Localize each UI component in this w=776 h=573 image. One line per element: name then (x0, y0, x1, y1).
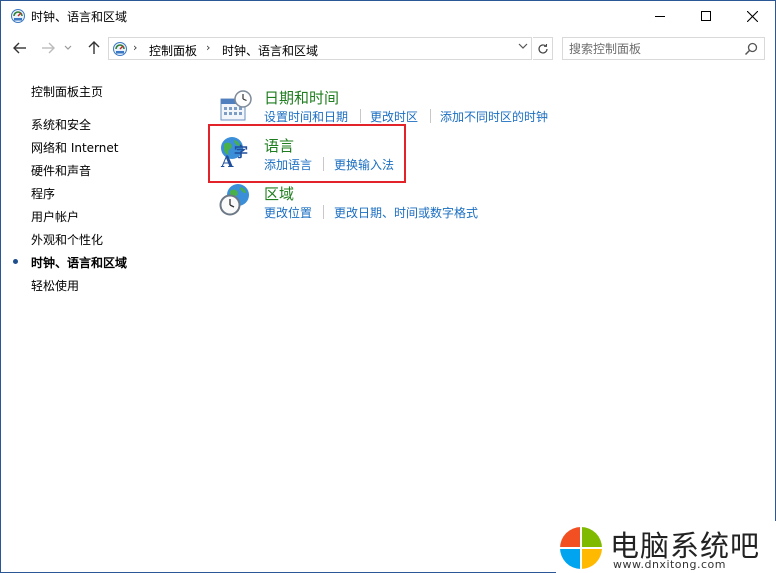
recent-locations-button[interactable] (61, 37, 75, 59)
address-dropdown-icon[interactable] (518, 41, 528, 52)
sidebar-item-network-internet[interactable]: 网络和 Internet (31, 139, 118, 156)
breadcrumb-separator-icon[interactable]: › (133, 41, 137, 54)
sidebar-item-hardware-sound[interactable]: 硬件和声音 (31, 162, 91, 179)
title-bar: 时钟、语言和区域 (1, 1, 775, 31)
search-input[interactable] (569, 40, 739, 57)
highlight-box (208, 124, 406, 183)
arrow-left-icon (13, 42, 26, 54)
search-box[interactable] (562, 37, 765, 60)
window-title: 时钟、语言和区域 (31, 10, 128, 24)
sidebar-item-programs[interactable]: 程序 (31, 185, 55, 202)
breadcrumb-current[interactable]: 时钟、语言和区域 (222, 42, 318, 59)
windows-logo-icon (560, 527, 602, 569)
arrow-up-icon (88, 41, 100, 54)
link-change-timezone[interactable]: 更改时区 (370, 108, 418, 125)
minimize-button[interactable] (637, 1, 683, 31)
breadcrumb-separator-icon[interactable]: › (206, 41, 210, 54)
control-panel-window: 时钟、语言和区域 › 控制面板 › 时钟、语言和区域 搜索控制面板 控制面板主页… (0, 0, 776, 573)
link-separator (360, 109, 361, 123)
chevron-down-icon (518, 43, 528, 49)
sidebar-item-ease-of-access[interactable]: 轻松使用 (31, 277, 79, 294)
link-change-location[interactable]: 更改位置 (264, 204, 312, 221)
sidebar-item-clock-language-region[interactable]: 时钟、语言和区域 (31, 254, 127, 271)
navigation-bar: › 控制面板 › 时钟、语言和区域 (1, 33, 775, 63)
link-separator (323, 205, 324, 219)
calendar-clock-icon[interactable] (219, 89, 253, 123)
refresh-icon (537, 43, 548, 54)
current-item-bullet-icon (13, 259, 18, 264)
back-button[interactable] (9, 37, 31, 59)
link-separator (430, 109, 431, 123)
maximize-icon (701, 11, 711, 21)
link-set-date-time[interactable]: 设置时间和日期 (264, 108, 348, 125)
category-title-date-time[interactable]: 日期和时间 (264, 87, 339, 108)
region-globe-clock-icon[interactable] (219, 183, 253, 217)
up-button[interactable] (83, 37, 105, 59)
chevron-down-icon (64, 45, 72, 50)
sidebar-item-system-security[interactable]: 系统和安全 (31, 116, 91, 133)
search-icon[interactable] (743, 41, 759, 57)
breadcrumb-control-panel[interactable]: 控制面板 (149, 42, 197, 59)
close-icon (746, 10, 758, 22)
control-panel-icon (11, 9, 25, 23)
minimize-icon (655, 16, 665, 17)
address-bar[interactable]: › 控制面板 › 时钟、语言和区域 (108, 37, 532, 60)
control-panel-icon (113, 42, 127, 56)
arrow-right-icon (42, 42, 55, 54)
watermark: 电脑系统吧 www.dnxitong.com (556, 521, 776, 573)
refresh-button[interactable] (533, 37, 553, 60)
sidebar-item-home[interactable]: 控制面板主页 (31, 83, 103, 100)
close-button[interactable] (729, 1, 775, 31)
sidebar-item-user-accounts[interactable]: 用户帐户 (31, 208, 79, 225)
maximize-button[interactable] (683, 1, 729, 31)
category-title-region[interactable]: 区域 (264, 183, 294, 204)
sidebar-item-appearance[interactable]: 外观和个性化 (31, 231, 103, 248)
link-add-clocks[interactable]: 添加不同时区的时钟 (440, 108, 548, 125)
link-change-formats[interactable]: 更改日期、时间或数字格式 (334, 204, 478, 221)
watermark-url: www.dnxitong.com (613, 558, 726, 571)
forward-button[interactable] (37, 37, 59, 59)
